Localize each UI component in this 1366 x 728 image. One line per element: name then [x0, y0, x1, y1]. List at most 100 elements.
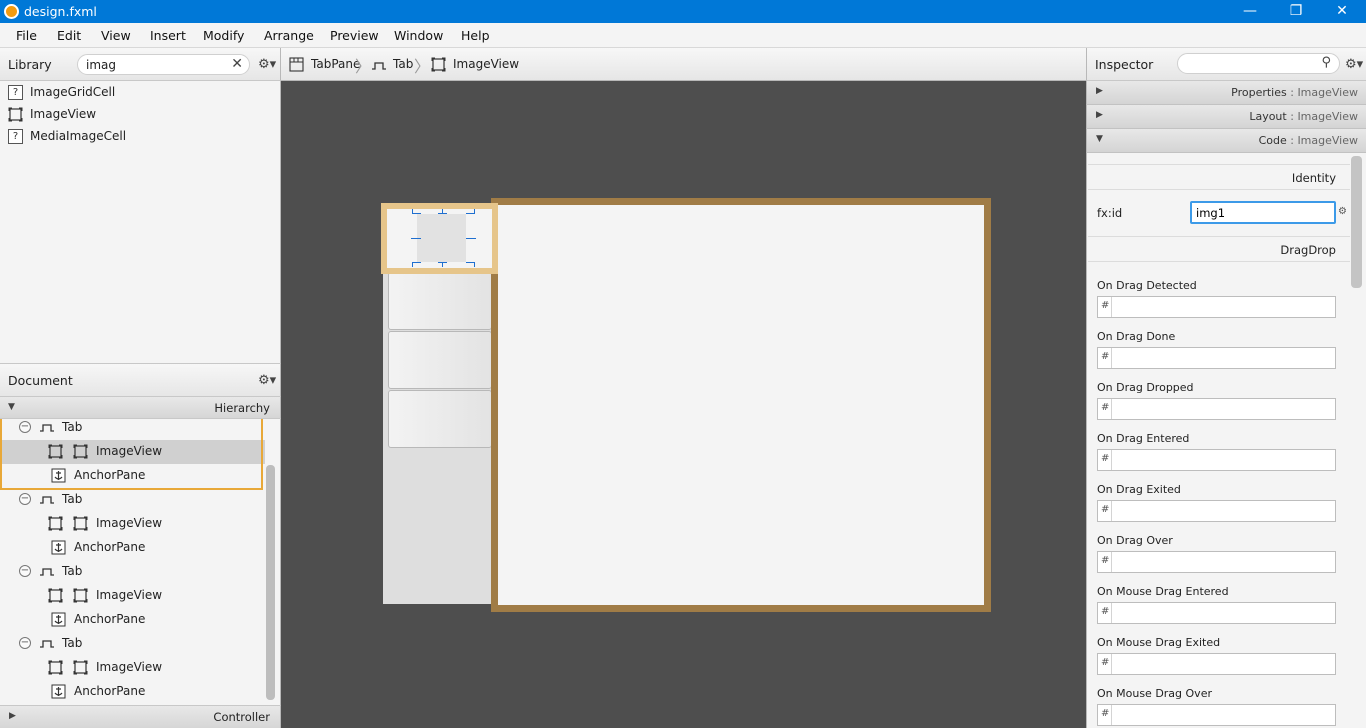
event-handler-field[interactable]: #: [1097, 449, 1336, 471]
tab-header-3[interactable]: [388, 331, 492, 389]
unknown-icon: ?: [8, 85, 23, 100]
collapse-toggle-icon[interactable]: −: [19, 493, 31, 505]
hash-icon: #: [1101, 555, 1110, 566]
event-handler-field[interactable]: #: [1097, 551, 1336, 573]
event-handler-input[interactable]: [1114, 707, 1329, 723]
event-handler-field[interactable]: #: [1097, 500, 1336, 522]
menu-window[interactable]: Window: [394, 28, 443, 43]
event-handler-field[interactable]: #: [1097, 653, 1336, 675]
selection-handle[interactable]: [442, 262, 443, 267]
menu-view[interactable]: View: [101, 28, 131, 43]
event-handler-field[interactable]: #: [1097, 602, 1336, 624]
document-title: Document: [8, 373, 73, 388]
menu-edit[interactable]: Edit: [57, 28, 81, 43]
breadcrumb: TabPane 〉 Tab 〉 ImageView: [281, 48, 1086, 81]
minimize-button[interactable]: —: [1227, 0, 1273, 23]
section-properties[interactable]: ▶ Properties : ImageView: [1086, 81, 1366, 105]
inspector-search-input[interactable]: [1186, 57, 1311, 71]
collapse-toggle-icon[interactable]: −: [19, 565, 31, 577]
menu-preview[interactable]: Preview: [330, 28, 379, 43]
tab-header-4[interactable]: [388, 390, 492, 448]
event-handler-input[interactable]: [1114, 503, 1329, 519]
selection-handle[interactable]: [412, 209, 413, 214]
breadcrumb-tab[interactable]: Tab: [393, 57, 413, 71]
hash-icon: #: [1101, 504, 1110, 515]
section-separator: :: [1286, 86, 1298, 99]
library-search-input[interactable]: [86, 58, 226, 72]
library-header: Library ✕ ⚙▾: [0, 48, 281, 81]
tree-row-anchorpane[interactable]: AnchorPane: [0, 464, 265, 488]
hierarchy-section-header[interactable]: ▼ Hierarchy: [0, 396, 281, 419]
collapse-toggle-icon[interactable]: −: [19, 421, 31, 433]
menu-arrange[interactable]: Arrange: [264, 28, 314, 43]
event-label: On Drag Detected: [1097, 279, 1197, 292]
selection-handle[interactable]: [466, 238, 476, 239]
anchorpane-icon: [51, 612, 66, 627]
inspector-title: Inspector: [1095, 57, 1154, 72]
event-handler-input[interactable]: [1114, 554, 1329, 570]
tab-content-area[interactable]: [491, 198, 991, 612]
imageview-icon: [73, 660, 88, 675]
tree-row-anchorpane[interactable]: AnchorPane: [0, 680, 265, 704]
selection-handle[interactable]: [412, 213, 421, 214]
menu-help[interactable]: Help: [461, 28, 490, 43]
tree-row-label: ImageView: [96, 516, 163, 530]
fxid-gear-icon[interactable]: ⚙: [1338, 206, 1347, 217]
event-handler-input[interactable]: [1114, 401, 1329, 417]
breadcrumb-tabpane[interactable]: TabPane: [311, 57, 360, 71]
inspector-gear-icon[interactable]: ⚙▾: [1345, 57, 1363, 72]
section-title: Layout: [1249, 110, 1287, 123]
tree-row-tab[interactable]: − Tab: [0, 419, 265, 440]
tree-row-imageview[interactable]: ImageView: [0, 584, 265, 608]
selection-handle[interactable]: [442, 209, 443, 214]
menu-file[interactable]: File: [16, 28, 37, 43]
selection-handle[interactable]: [412, 262, 413, 267]
tree-row-tab[interactable]: − Tab: [0, 488, 265, 512]
inspector-search-box[interactable]: ⚲: [1177, 53, 1340, 74]
hash-icon: #: [1101, 300, 1110, 311]
hierarchy-scrollbar[interactable]: [266, 465, 275, 700]
breadcrumb-imageview[interactable]: ImageView: [453, 57, 519, 71]
event-label: On Drag Dropped: [1097, 381, 1194, 394]
tree-row-imageview[interactable]: ImageView: [0, 512, 265, 536]
tree-row-imageview[interactable]: ImageView: [0, 656, 265, 680]
search-icon[interactable]: ⚲: [1321, 55, 1331, 70]
selection-handle[interactable]: [474, 262, 475, 267]
collapse-toggle-icon[interactable]: −: [19, 637, 31, 649]
breadcrumb-separator-icon: 〉: [414, 57, 431, 76]
imageview-selected[interactable]: [417, 214, 466, 262]
event-handler-field[interactable]: #: [1097, 398, 1336, 420]
inspector-scrollbar[interactable]: [1351, 156, 1362, 288]
section-layout[interactable]: ▶ Layout : ImageView: [1086, 105, 1366, 129]
tree-row-imageview-selected[interactable]: ImageView: [0, 440, 265, 464]
clear-search-icon[interactable]: ✕: [231, 56, 243, 72]
hash-icon: #: [1101, 402, 1110, 413]
menu-modify[interactable]: Modify: [203, 28, 244, 43]
hash-icon: #: [1101, 453, 1110, 464]
event-handler-input[interactable]: [1114, 605, 1329, 621]
document-gear-icon[interactable]: ⚙▾: [258, 373, 276, 388]
selection-handle[interactable]: [411, 238, 421, 239]
tab-header-2[interactable]: [388, 272, 492, 330]
event-handler-field[interactable]: #: [1097, 347, 1336, 369]
event-handler-field[interactable]: #: [1097, 704, 1336, 726]
close-window-button[interactable]: ✕: [1319, 0, 1365, 23]
selection-handle[interactable]: [474, 209, 475, 214]
selection-handle[interactable]: [412, 262, 421, 263]
fxid-input[interactable]: [1190, 201, 1336, 224]
event-handler-input[interactable]: [1114, 452, 1329, 468]
tree-row-tab[interactable]: − Tab: [0, 632, 265, 656]
menu-insert[interactable]: Insert: [150, 28, 186, 43]
tree-row-anchorpane[interactable]: AnchorPane: [0, 536, 265, 560]
event-handler-input[interactable]: [1114, 656, 1329, 672]
event-handler-field[interactable]: #: [1097, 296, 1336, 318]
library-search-box[interactable]: ✕: [77, 54, 250, 75]
event-handler-input[interactable]: [1114, 350, 1329, 366]
controller-section-header[interactable]: ▶ Controller: [0, 705, 281, 728]
maximize-button[interactable]: ❐: [1273, 0, 1319, 23]
library-gear-icon[interactable]: ⚙▾: [258, 57, 276, 72]
event-handler-input[interactable]: [1114, 299, 1329, 315]
tree-row-tab[interactable]: − Tab: [0, 560, 265, 584]
section-code[interactable]: ▼ Code : ImageView: [1086, 129, 1366, 153]
tree-row-anchorpane[interactable]: AnchorPane: [0, 608, 265, 632]
